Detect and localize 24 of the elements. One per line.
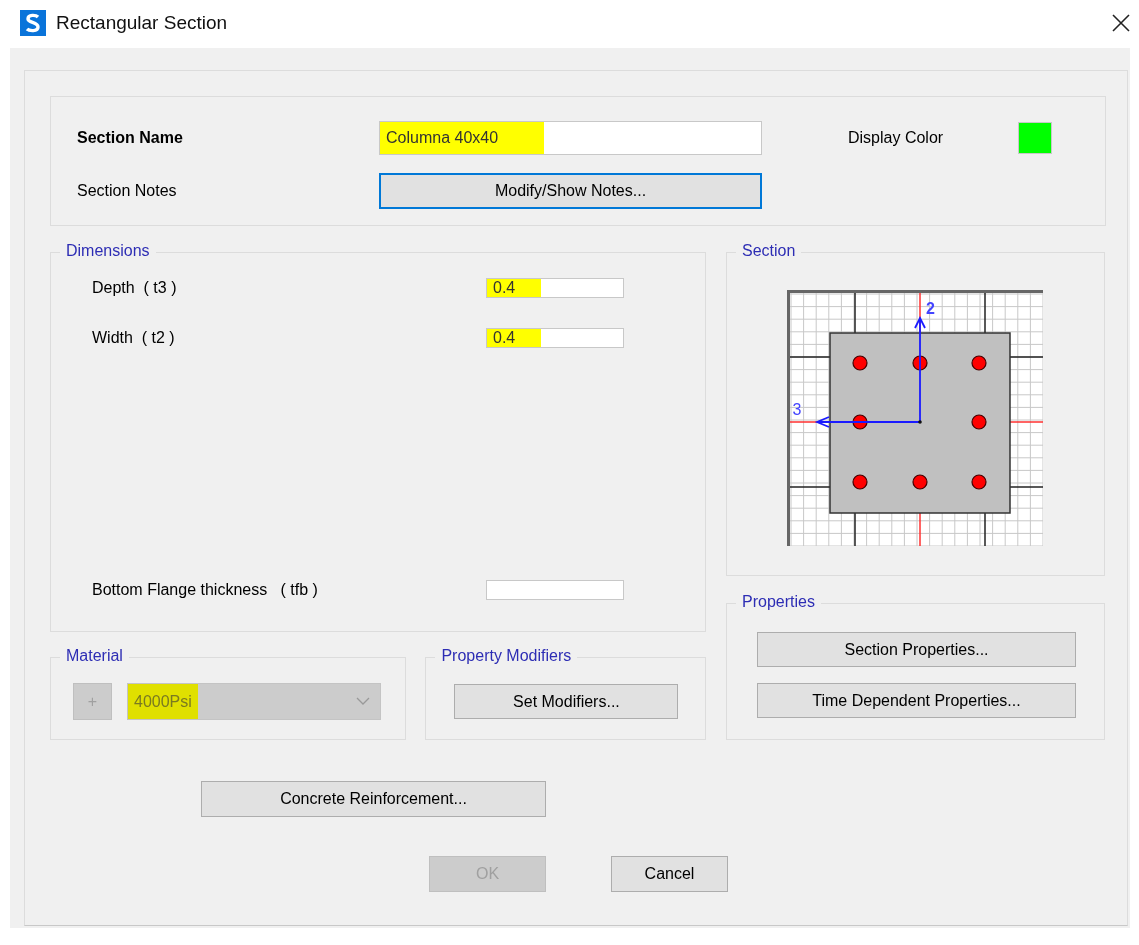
properties-button[interactable]: Time Dependent Properties... (757, 683, 1076, 718)
set-modifiers-button[interactable]: Set Modifiers... (454, 684, 679, 719)
input-field[interactable]: 0.4 (486, 278, 624, 298)
color-swatch[interactable] (1018, 122, 1052, 154)
input-field[interactable] (486, 580, 624, 600)
reinforcement-button[interactable]: Concrete Reinforcement... (201, 781, 546, 817)
field-label: Depth ( t3 ) (92, 279, 178, 297)
section-drawing: 2 3 (787, 290, 1043, 546)
chevron-down-icon (356, 697, 370, 706)
window-title: Rectangular Section (56, 12, 228, 34)
field-label: Display Color (848, 129, 945, 147)
dialog-button[interactable]: Cancel (611, 856, 728, 892)
input-field[interactable]: 0.4 (486, 328, 624, 348)
close-icon[interactable] (1111, 13, 1131, 33)
input-field[interactable]: Columna 40x40 (379, 121, 762, 155)
group-title: Property Modifiers (435, 646, 578, 666)
app-logo-icon (20, 10, 46, 36)
field-label: Width ( t2 ) (92, 329, 176, 347)
properties-button[interactable]: Section Properties... (757, 632, 1076, 667)
field-label: Bottom Flange thickness ( tfb ) (92, 581, 319, 599)
field-label: Section Notes (77, 182, 178, 200)
field-label: Section Name (77, 129, 184, 147)
group-title: Properties (736, 592, 821, 612)
notes-button[interactable]: Modify/Show Notes... (379, 173, 762, 209)
